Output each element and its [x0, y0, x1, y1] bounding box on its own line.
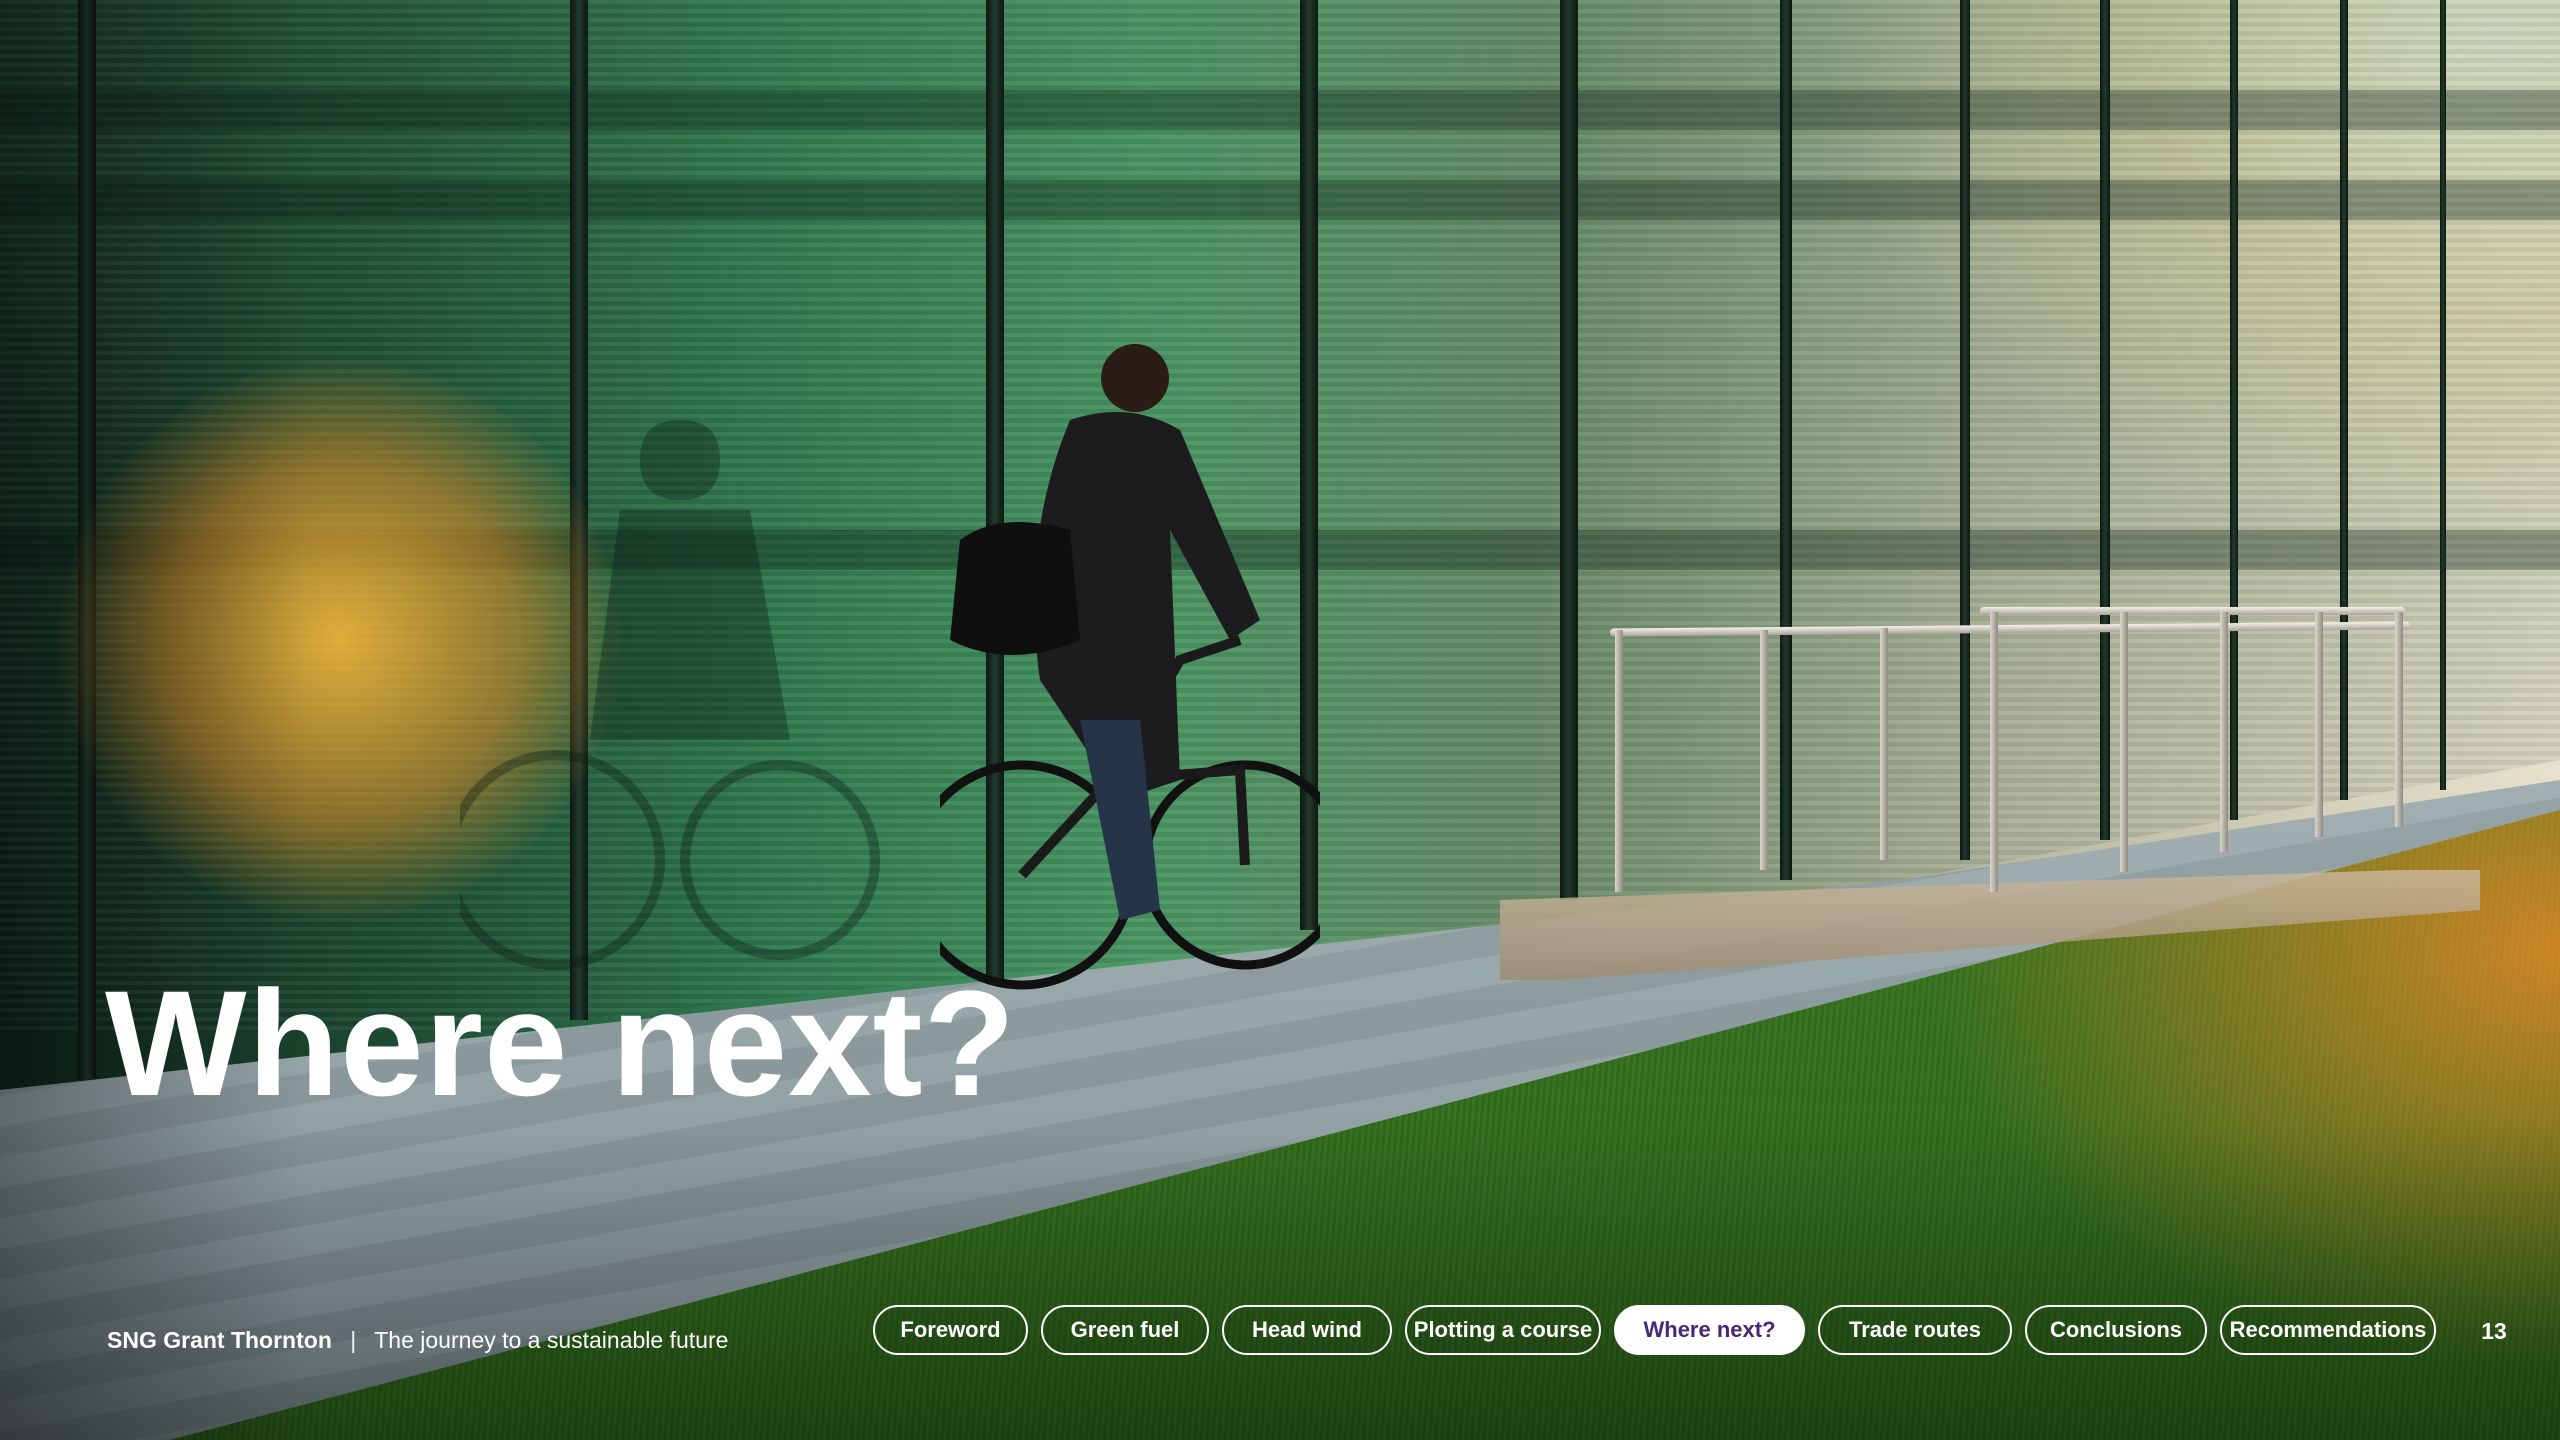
page-title: Where next? — [105, 959, 1017, 1127]
company-name: SNG Grant Thornton — [107, 1327, 332, 1353]
nav-tab-trade-routes[interactable]: Trade routes — [1818, 1305, 2012, 1355]
nav-tab-conclusions[interactable]: Conclusions — [2025, 1305, 2207, 1355]
nav-tab-plotting-a-course[interactable]: Plotting a course — [1405, 1305, 1601, 1355]
nav-tab-head-wind[interactable]: Head wind — [1222, 1305, 1392, 1355]
nav-tab-green-fuel[interactable]: Green fuel — [1041, 1305, 1209, 1355]
nav-tab-foreword[interactable]: Foreword — [873, 1305, 1028, 1355]
footer-separator: | — [350, 1327, 357, 1353]
page-number: 13 — [2481, 1318, 2507, 1344]
footer-brand: SNG Grant Thornton | The journey to a su… — [107, 1327, 728, 1354]
vignette — [0, 0, 2560, 1440]
report-subtitle: The journey to a sustainable future — [374, 1327, 729, 1353]
nav-tab-recommendations[interactable]: Recommendations — [2220, 1305, 2436, 1355]
nav-tab-where-next[interactable]: Where next? — [1614, 1305, 1805, 1355]
section-navigation: Foreword Green fuel Head wind Plotting a… — [873, 1305, 2436, 1355]
background-photo — [0, 0, 2560, 1440]
